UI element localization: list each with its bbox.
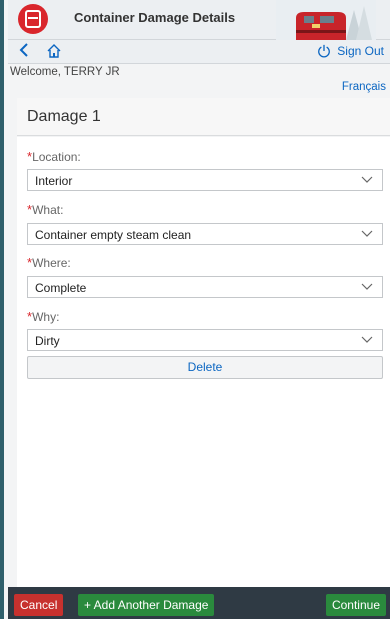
app-frame: Container Damage Details Sign Out Welcom…	[0, 0, 390, 619]
power-icon	[318, 44, 331, 58]
train-banner-image	[276, 0, 376, 40]
sign-out-button[interactable]: Sign Out	[317, 44, 384, 58]
footer-bar: Cancel + Add Another Damage Continue	[8, 587, 390, 619]
welcome-text: Welcome, TERRY JR	[10, 66, 120, 78]
chevron-down-icon	[361, 336, 373, 343]
why-select[interactable]: Dirty	[27, 329, 383, 351]
location-select[interactable]: Interior	[27, 169, 383, 191]
what-value: Container empty steam clean	[35, 228, 192, 242]
location-value: Interior	[35, 174, 73, 188]
damage-form: *Location: Interior *What: Container emp…	[17, 137, 390, 587]
delete-button[interactable]: Delete	[27, 356, 383, 379]
chevron-down-icon	[361, 176, 373, 183]
add-another-damage-button[interactable]: + Add Another Damage	[78, 594, 215, 616]
cancel-button[interactable]: Cancel	[14, 594, 64, 616]
why-label: *Why:	[27, 309, 60, 324]
railway-logo-icon	[18, 4, 48, 34]
app-header: Container Damage Details	[8, 0, 390, 40]
where-label: *Where:	[27, 255, 71, 270]
why-value: Dirty	[35, 334, 60, 348]
back-button[interactable]	[18, 42, 36, 63]
damage-title: Damage 1	[27, 108, 101, 125]
continue-button[interactable]: Continue	[325, 594, 386, 616]
where-select[interactable]: Complete	[27, 276, 383, 298]
navigation-bar: Sign Out	[8, 40, 390, 64]
what-label: *What:	[27, 202, 64, 217]
home-icon	[47, 44, 61, 58]
home-button[interactable]	[46, 43, 66, 61]
chevron-left-icon	[19, 43, 28, 57]
app-title: Container Damage Details	[74, 10, 236, 25]
chevron-down-icon	[361, 283, 373, 290]
language-link[interactable]: Français	[342, 81, 386, 93]
where-value: Complete	[35, 281, 87, 295]
chevron-down-icon	[361, 230, 373, 237]
location-label: *Location:	[27, 149, 81, 164]
what-select[interactable]: Container empty steam clean	[27, 223, 383, 245]
sign-out-label: Sign Out	[337, 44, 384, 58]
damage-panel-header: Damage 1	[17, 98, 390, 136]
